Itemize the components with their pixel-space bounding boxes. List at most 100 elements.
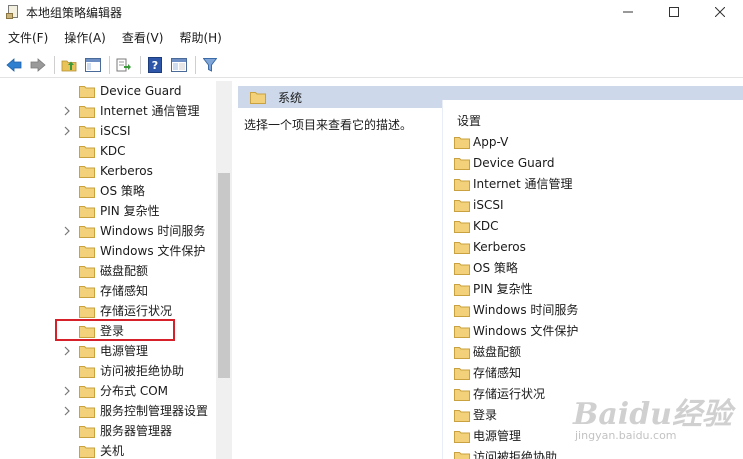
folder-icon <box>79 386 95 398</box>
list-item-label: 存储感知 <box>473 366 522 380</box>
list-item[interactable]: 磁盘配额 <box>442 342 743 363</box>
toolbar-separator <box>195 55 196 74</box>
tree-item[interactable]: 服务器管理器 <box>0 421 216 441</box>
tree-item[interactable]: 存储运行状况 <box>0 301 216 321</box>
forward-arrow-icon <box>30 57 46 72</box>
navigation-tree: Device Guard Internet 通信管理 iSCSI KDC Kerbero… <box>0 81 216 459</box>
svg-text:?: ? <box>152 59 158 72</box>
list-item[interactable]: KDC <box>442 216 743 237</box>
folder-icon <box>454 200 470 212</box>
folder-icon <box>454 221 470 233</box>
menu-file[interactable]: 文件(F) <box>0 27 56 49</box>
tree-item-label: OS 策略 <box>100 184 145 198</box>
tree-item[interactable]: KDC <box>0 141 216 161</box>
column-header-settings[interactable]: 设置 <box>457 112 481 129</box>
window-title: 本地组策略编辑器 <box>26 5 123 20</box>
chevron-right-icon[interactable] <box>62 341 72 361</box>
export-list-icon <box>116 58 131 71</box>
toolbar-separator <box>54 55 55 74</box>
tree-item-label: KDC <box>100 144 126 158</box>
tree-item[interactable]: 分布式 COM <box>0 381 216 401</box>
tree-item[interactable]: iSCSI <box>0 121 216 141</box>
scrollbar-thumb[interactable] <box>218 173 230 378</box>
chevron-right-icon[interactable] <box>62 101 72 121</box>
chevron-right-icon[interactable] <box>62 381 72 401</box>
folder-icon <box>454 430 470 446</box>
list-item[interactable]: Windows 文件保护 <box>442 321 743 342</box>
menu-view[interactable]: 查看(V) <box>114 27 172 49</box>
watermark: Baidu经验 jingyan.baidu.com <box>565 385 735 455</box>
tree-item[interactable]: OS 策略 <box>0 181 216 201</box>
filter-icon <box>203 57 217 72</box>
properties-button[interactable] <box>169 55 189 75</box>
list-item[interactable]: iSCSI <box>442 195 743 216</box>
toolbar-separator <box>140 55 141 74</box>
list-item-label: App-V <box>473 135 509 149</box>
export-list-button[interactable] <box>114 55 134 75</box>
folder-icon <box>454 284 470 296</box>
folder-icon <box>454 451 470 459</box>
folder-icon <box>79 286 95 298</box>
tree-item[interactable]: Kerberos <box>0 161 216 181</box>
list-item[interactable]: Internet 通信管理 <box>442 174 743 195</box>
folder-icon <box>454 326 470 338</box>
list-item[interactable]: Kerberos <box>442 237 743 258</box>
folder-icon <box>79 346 95 358</box>
tree-item[interactable]: 关机 <box>0 441 216 459</box>
tree-item[interactable]: 电源管理 <box>0 341 216 361</box>
list-item-label: iSCSI <box>473 198 504 212</box>
list-item[interactable]: App-V <box>442 132 743 153</box>
watermark-text: Baidu经验 <box>573 397 732 432</box>
tree-item[interactable]: PIN 复杂性 <box>0 201 216 221</box>
title-bar: 本地组策略编辑器 <box>0 0 743 24</box>
tree-item-label: Device Guard <box>100 84 182 98</box>
list-item-label: Windows 文件保护 <box>473 324 579 338</box>
tree-item[interactable]: 存储感知 <box>0 281 216 301</box>
tree-item[interactable]: Device Guard <box>0 81 216 101</box>
up-folder-button[interactable] <box>59 55 79 75</box>
show-hide-tree-button[interactable] <box>83 55 103 75</box>
folder-icon <box>79 125 95 141</box>
list-item[interactable]: 存储感知 <box>442 363 743 384</box>
toolbar: ? <box>0 52 743 78</box>
tree-item-label: Windows 时间服务 <box>100 224 206 238</box>
tree-item[interactable]: Windows 时间服务 <box>0 221 216 241</box>
toolbar-separator <box>109 55 110 74</box>
tree-item[interactable]: Windows 文件保护 <box>0 241 216 261</box>
minimize-button[interactable] <box>605 0 651 24</box>
tree-scrollbar[interactable] <box>216 81 232 459</box>
tree-item[interactable]: 磁盘配额 <box>0 261 216 281</box>
folder-icon <box>79 365 95 381</box>
tree-item[interactable]: Internet 通信管理 <box>0 101 216 121</box>
chevron-right-icon[interactable] <box>62 401 72 421</box>
menu-action[interactable]: 操作(A) <box>56 27 114 49</box>
forward-button[interactable] <box>28 55 48 75</box>
list-item[interactable]: OS 策略 <box>442 258 743 279</box>
list-item[interactable]: Device Guard <box>442 153 743 174</box>
folder-icon <box>79 105 95 121</box>
tree-item-label: 电源管理 <box>100 344 149 358</box>
tree-item[interactable]: 访问被拒绝协助 <box>0 361 216 381</box>
folder-icon <box>79 245 95 261</box>
list-item[interactable]: Windows 时间服务 <box>442 300 743 321</box>
chevron-right-icon[interactable] <box>62 221 72 241</box>
help-button[interactable]: ? <box>145 55 165 75</box>
tree-item-label: 存储感知 <box>100 284 149 298</box>
tree-item[interactable]: 服务控制管理器设置 <box>0 401 216 421</box>
folder-icon <box>454 409 470 425</box>
list-item[interactable]: PIN 复杂性 <box>442 279 743 300</box>
folder-icon <box>79 345 95 361</box>
close-button[interactable] <box>697 0 743 24</box>
tree-item-label: 关机 <box>100 444 125 458</box>
chevron-right-icon[interactable] <box>62 121 72 141</box>
folder-icon <box>79 425 95 441</box>
description-text: 选择一个项目来查看它的描述。 <box>244 118 413 132</box>
maximize-button[interactable] <box>651 0 697 24</box>
folder-icon <box>454 367 470 383</box>
back-button[interactable] <box>4 55 24 75</box>
folder-icon <box>454 389 470 401</box>
menu-help[interactable]: 帮助(H) <box>171 27 229 49</box>
filter-button[interactable] <box>200 55 220 75</box>
folder-icon <box>454 241 470 257</box>
folder-icon <box>454 262 470 278</box>
